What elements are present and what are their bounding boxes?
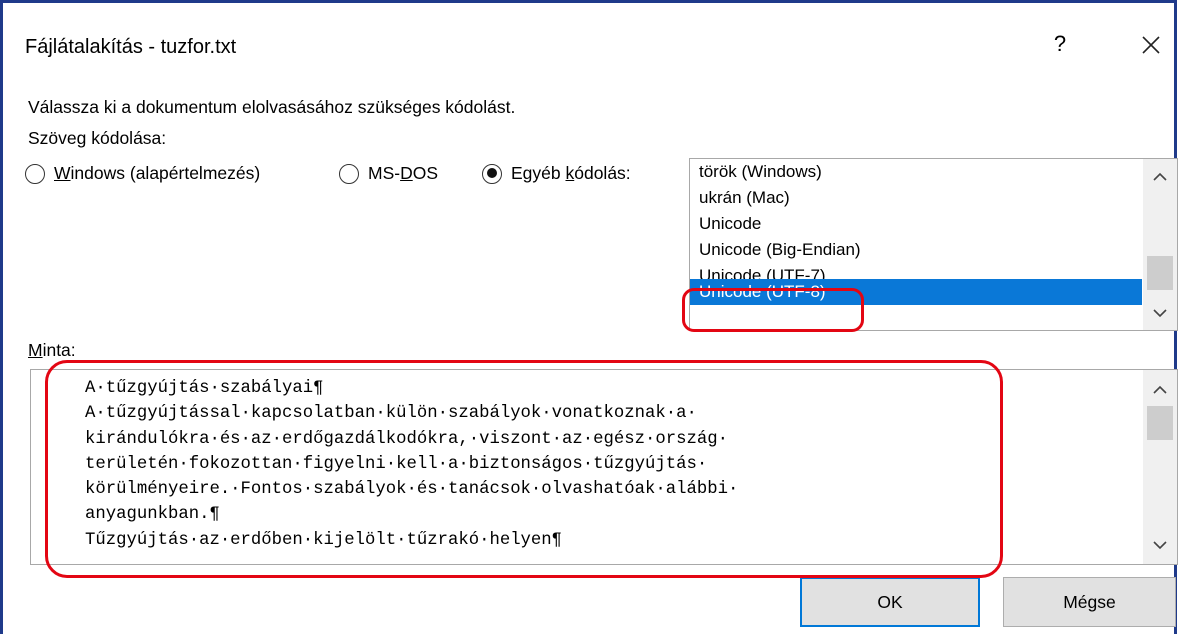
scroll-down-icon[interactable] [1143,530,1177,560]
sample-line: körülményeire.·Fontos·szabályok·és·tanác… [85,480,739,500]
radio-ms-dos[interactable]: MS-DOS [339,163,438,184]
close-icon [1142,36,1160,54]
ok-button[interactable]: OK [800,577,980,627]
encoding-option[interactable]: ukrán (Mac) [690,185,1142,211]
encoding-option[interactable]: Unicode (Big-Endian) [690,237,1142,263]
sample-line: területén·fokozottan·figyelni·kell·a·biz… [85,454,708,474]
scroll-down-icon[interactable] [1143,298,1177,328]
radio-circle-checked [482,163,502,184]
scroll-up-icon[interactable] [1143,374,1177,404]
help-button[interactable]: ? [1048,31,1072,57]
encoding-items: török (Windows) ukrán (Mac) Unicode Unic… [690,159,1142,305]
encoding-listbox[interactable]: török (Windows) ukrán (Mac) Unicode Unic… [689,158,1178,331]
radio-windows[interactable]: Windows (alapértelmezés) [25,163,260,184]
cancel-button[interactable]: Mégse [1003,577,1176,627]
sample-line: A·tűzgyújtással·kapcsolatban·külön·szabá… [85,404,697,424]
radio-other-encoding[interactable]: Egyéb kódolás: [482,163,631,184]
sample-preview[interactable]: A·tűzgyújtás·szabályai¶ A·tűzgyújtással·k… [30,369,1178,565]
sample-scrollbar[interactable] [1143,370,1177,564]
radio-other-encoding-label: Egyéb kódolás: [511,163,631,183]
scroll-up-icon[interactable] [1143,161,1177,191]
encoding-option[interactable]: török (Windows) [690,159,1142,185]
sample-label: Minta: [28,340,76,360]
dialog-title: Fájlátalakítás - tuzfor.txt [25,36,237,58]
close-button[interactable] [1133,27,1169,63]
encoding-option[interactable]: Unicode (UTF-7) [690,263,1142,279]
radio-windows-label: Windows (alapértelmezés) [54,163,261,183]
dialog-window: Fájlátalakítás - tuzfor.txt ? Válassza k… [0,0,1178,634]
radio-circle [339,163,359,184]
encoding-option[interactable]: Unicode [690,211,1142,237]
radio-ms-dos-label: MS-DOS [368,163,439,183]
scroll-thumb[interactable] [1147,406,1173,440]
encoding-label: Szöveg kódolása: [28,128,167,148]
sample-line: kirándulókra·és·az·erdőgazdálkodókra,·vi… [85,429,728,449]
encoding-option-selected[interactable]: Unicode (UTF-8) [690,279,1142,305]
sample-line: Tűzgyújtás·az·erdőben·kijelölt·tűzrakó·h… [85,530,563,550]
sample-line: A·tűzgyújtás·szabályai¶ [85,379,324,398]
radio-circle [25,163,45,184]
instruction-text: Válassza ki a dokumentum elolvasásához s… [28,97,516,117]
sample-line: anyagunkban.¶ [85,505,220,525]
sample-text: A·tűzgyújtás·szabályai¶ A·tűzgyújtással·k… [85,376,738,553]
scroll-thumb[interactable] [1147,256,1173,290]
encoding-scrollbar[interactable] [1143,159,1177,330]
